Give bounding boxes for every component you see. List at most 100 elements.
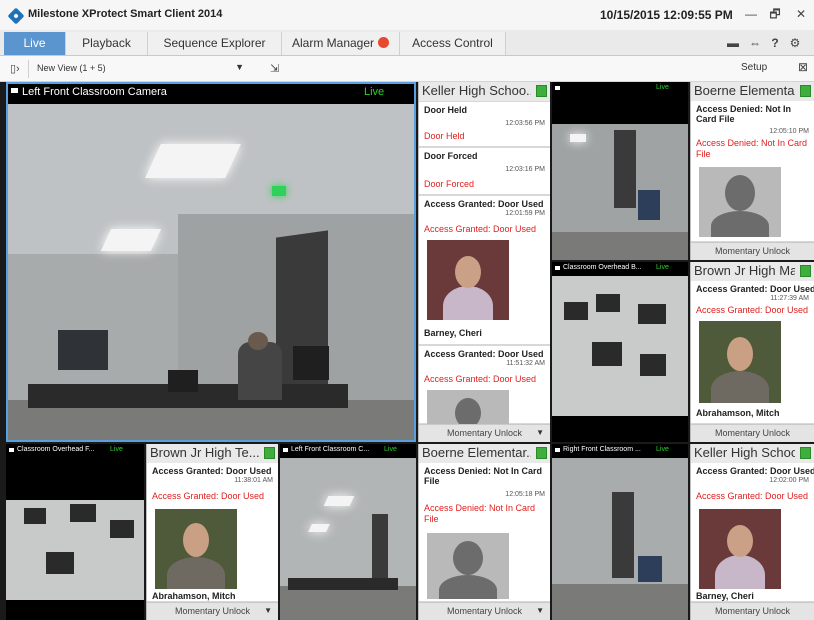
chevron-down-icon[interactable]: ▼ bbox=[264, 606, 272, 615]
access-panel-boerne-bottom: Boerne Elementar... Access Denied: Not I… bbox=[418, 444, 550, 620]
ceiling-light bbox=[100, 229, 162, 251]
event-item[interactable]: Access Granted: Door Used 11:27:39 AM Ac… bbox=[691, 281, 814, 424]
event-detail: Access Granted: Door Used bbox=[424, 374, 537, 384]
event-item[interactable]: Access Granted: Door Used 12:01:59 PM Ac… bbox=[419, 195, 550, 345]
event-item[interactable]: Door Held 12:03:56 PM Door Held bbox=[419, 101, 550, 147]
camera-icon bbox=[11, 88, 18, 93]
tab-playback[interactable]: Playback bbox=[66, 32, 148, 55]
camera-scene-door bbox=[614, 130, 636, 208]
momentary-unlock-button[interactable]: Momentary Unlock ▼ bbox=[419, 602, 550, 620]
camera-scene-desk bbox=[70, 504, 96, 522]
tab-alarm-manager-label: Alarm Manager bbox=[291, 36, 375, 50]
person-photo bbox=[427, 390, 509, 424]
panel-header: Brown Jr High Te... bbox=[147, 444, 278, 463]
door-status-icon bbox=[800, 85, 811, 97]
chevron-down-icon[interactable]: ▼ bbox=[536, 428, 544, 437]
door-status-icon bbox=[264, 447, 275, 459]
event-item[interactable]: Access Granted: Door Used 11:51:32 AM Ac… bbox=[419, 345, 550, 424]
monitor-icon[interactable]: ▬ bbox=[726, 37, 740, 49]
access-panel-brown-te: Brown Jr High Te... Access Granted: Door… bbox=[146, 444, 278, 620]
door-status-icon bbox=[800, 447, 811, 459]
camera-icon bbox=[9, 448, 14, 452]
access-panel-keller-bottom: Keller High Schoo... Access Granted: Doo… bbox=[690, 444, 814, 620]
wall-poster bbox=[58, 330, 108, 370]
tab-alarm-manager[interactable]: Alarm Manager bbox=[282, 32, 400, 55]
fullscreen-icon[interactable]: ⊠ bbox=[798, 60, 808, 74]
door-status-icon bbox=[536, 85, 547, 97]
momentary-unlock-button[interactable]: Momentary Unlock ▼ bbox=[147, 602, 278, 620]
event-time: 12:03:56 PM bbox=[505, 120, 545, 127]
camera-scene-person bbox=[238, 342, 282, 400]
camera-scene-monitor bbox=[638, 556, 662, 582]
photo-face bbox=[727, 525, 753, 557]
view-toolbar: ▯› New View (1 + 5) ▼ ⇲ Setup ⊠ bbox=[0, 56, 814, 82]
exit-sign bbox=[272, 186, 286, 196]
camera-scene-desk bbox=[24, 508, 46, 524]
clock-display: 10/15/2015 12:09:55 PM bbox=[600, 8, 733, 22]
photo-silhouette-head bbox=[725, 175, 755, 211]
camera-tile-bottom-left[interactable]: Classroom Overhead F... Live bbox=[6, 444, 144, 620]
panel-header: Boerne Elementar... bbox=[419, 444, 550, 463]
camera-tile-bottom-mid[interactable]: Left Front Classroom C... Live bbox=[280, 444, 416, 620]
person-photo bbox=[427, 533, 509, 599]
event-item[interactable]: Access Granted: Door Used 11:38:01 AM Ac… bbox=[147, 463, 278, 602]
event-detail: Access Granted: Door Used bbox=[152, 491, 265, 501]
photo-body bbox=[715, 555, 765, 589]
event-item[interactable]: Access Granted: Door Used 12:02:00 PM Ac… bbox=[691, 463, 814, 602]
event-detail: Door Forced bbox=[424, 179, 475, 189]
pane-toggle-icon[interactable]: ▯› bbox=[10, 62, 20, 75]
photo-silhouette bbox=[455, 398, 481, 424]
view-selector[interactable]: New View (1 + 5) ▼ bbox=[28, 60, 250, 78]
close-button[interactable]: ✕ bbox=[790, 5, 812, 23]
person-photo bbox=[699, 167, 781, 237]
event-title: Access Granted: Door Used bbox=[696, 284, 814, 294]
event-title: Access Granted: Door Used bbox=[424, 349, 544, 359]
camera-scene-monitor bbox=[293, 346, 329, 380]
camera-tile-main[interactable]: Left Front Classroom Camera Live bbox=[6, 82, 416, 442]
camera-name: Right Front Classroom ... bbox=[563, 446, 641, 453]
help-icon[interactable]: ? bbox=[768, 37, 782, 49]
camera-scene-desk bbox=[638, 304, 666, 324]
restore-button[interactable]: 🗗 bbox=[764, 5, 786, 23]
live-indicator: Live bbox=[384, 446, 397, 453]
unlock-label: Momentary Unlock bbox=[714, 246, 791, 256]
photo-body bbox=[443, 286, 493, 320]
camera-tile-bottom-right[interactable]: Right Front Classroom ... Live bbox=[552, 444, 688, 620]
momentary-unlock-button[interactable]: Momentary Unlock bbox=[691, 242, 814, 260]
momentary-unlock-button[interactable]: Momentary Unlock bbox=[691, 602, 814, 620]
event-time: 12:05:18 PM bbox=[505, 491, 545, 498]
smart-client-window: Milestone XProtect Smart Client 2014 10/… bbox=[0, 0, 814, 620]
ceiling-light bbox=[323, 496, 355, 506]
camera-name: Left Front Classroom Camera bbox=[22, 86, 167, 98]
momentary-unlock-button[interactable]: Momentary Unlock bbox=[691, 424, 814, 442]
photo-body bbox=[167, 557, 225, 589]
event-detail: Access Granted: Door Used bbox=[696, 491, 809, 501]
minimize-button[interactable]: — bbox=[740, 5, 762, 23]
camera-name: Left Front Classroom C... bbox=[291, 446, 370, 453]
panel-header: Keller High Schoo... bbox=[691, 444, 814, 463]
camera-scene-desks bbox=[288, 578, 398, 590]
camera-scene-floor bbox=[280, 586, 416, 620]
camera-icon bbox=[555, 266, 560, 270]
event-time: 12:02:00 PM bbox=[769, 477, 809, 484]
setup-button[interactable]: Setup bbox=[741, 62, 767, 73]
event-item[interactable]: Access Denied: Not In Card File 12:05:10… bbox=[691, 101, 814, 242]
event-item[interactable]: Access Denied: Not In Card File 12:05:18… bbox=[419, 463, 550, 602]
unlock-label: Momentary Unlock bbox=[714, 606, 791, 616]
settings-icon[interactable]: ⚙ bbox=[788, 37, 802, 49]
tab-access-control[interactable]: Access Control bbox=[400, 32, 506, 55]
tab-sequence-explorer[interactable]: Sequence Explorer bbox=[148, 32, 282, 55]
live-indicator: Live bbox=[656, 446, 669, 453]
event-detail: Door Held bbox=[424, 131, 465, 141]
event-item[interactable]: Door Forced 12:03:16 PM Door Forced bbox=[419, 147, 550, 195]
link-icon[interactable]: ⇔ bbox=[748, 37, 762, 49]
momentary-unlock-button[interactable]: Momentary Unlock ▼ bbox=[419, 424, 550, 442]
live-indicator: Live bbox=[110, 446, 123, 453]
chevron-down-icon[interactable]: ▼ bbox=[536, 606, 544, 615]
event-detail: Access Granted: Door Used bbox=[696, 305, 809, 315]
tab-live[interactable]: Live bbox=[4, 32, 66, 55]
camera-tile-mid-right[interactable]: Classroom Overhead B... Live bbox=[552, 262, 688, 442]
view-options-icon[interactable]: ⇲ bbox=[270, 62, 279, 75]
camera-tile-top-right[interactable]: Live bbox=[552, 82, 688, 260]
camera-scene-door bbox=[612, 492, 634, 578]
